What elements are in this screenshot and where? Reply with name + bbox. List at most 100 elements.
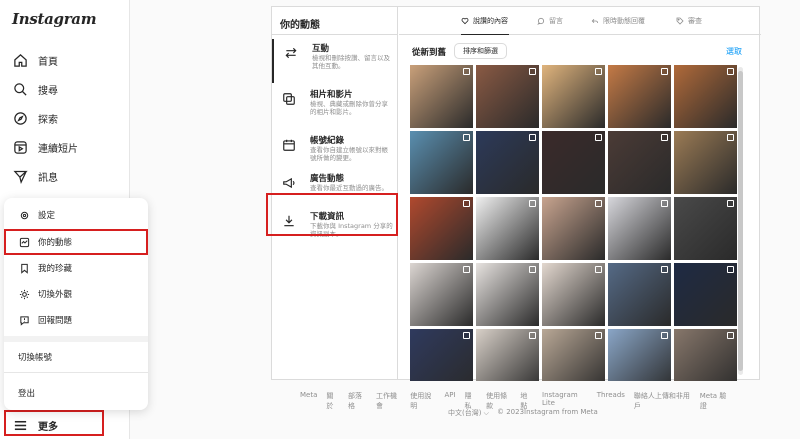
multi-select-icon bbox=[529, 134, 536, 141]
highlight-download-info bbox=[266, 193, 398, 236]
footer-link[interactable]: Instagram Lite bbox=[542, 391, 588, 407]
photos-icon bbox=[282, 91, 296, 105]
select-link[interactable]: 選取 bbox=[726, 46, 742, 57]
activity-item-interactions[interactable]: 互動 檢視和刪除按讚、留言以及其他互動。 bbox=[272, 39, 398, 83]
multi-select-icon bbox=[661, 266, 668, 273]
liked-post-thumbnail[interactable] bbox=[542, 131, 605, 194]
tab-label: 說讚的內容 bbox=[473, 17, 508, 25]
liked-post-thumbnail[interactable] bbox=[476, 329, 539, 381]
bookmark-icon bbox=[18, 262, 30, 274]
copyright: © 2023Instagram from Meta bbox=[497, 408, 598, 416]
multi-select-icon bbox=[661, 332, 668, 339]
sort-filter-button[interactable]: 排序和篩選 bbox=[454, 43, 507, 59]
nav-messages[interactable]: 訊息 bbox=[12, 165, 58, 187]
liked-post-thumbnail[interactable] bbox=[608, 197, 671, 260]
multi-select-icon bbox=[529, 332, 536, 339]
nav-search[interactable]: 搜尋 bbox=[12, 78, 58, 100]
instagram-logo[interactable]: Instagram bbox=[12, 10, 97, 28]
footer-link[interactable]: 使用說明 bbox=[410, 391, 435, 410]
scrollbar-thumb[interactable] bbox=[738, 71, 743, 371]
tab-story-replies[interactable]: 限時動態回覆 bbox=[591, 16, 645, 26]
footer-link[interactable]: 隱私 bbox=[465, 391, 478, 410]
liked-post-thumbnail[interactable] bbox=[476, 197, 539, 260]
liked-post-thumbnail[interactable] bbox=[410, 197, 473, 260]
tag-icon bbox=[676, 17, 684, 25]
footer-link[interactable]: Meta bbox=[300, 391, 317, 403]
liked-post-thumbnail[interactable] bbox=[476, 131, 539, 194]
liked-post-thumbnail[interactable] bbox=[608, 131, 671, 194]
menu-item-saved[interactable]: 我的珍藏 bbox=[18, 259, 72, 277]
liked-post-thumbnail[interactable] bbox=[410, 65, 473, 128]
liked-post-thumbnail[interactable] bbox=[410, 263, 473, 326]
activity-tabs: 說讚的內容 留言 限時動態回覆 審查 bbox=[399, 7, 761, 35]
activity-item-desc: 檢視、典藏或刪除你曾分享的相片和影片。 bbox=[310, 100, 388, 116]
multi-select-icon bbox=[595, 68, 602, 75]
liked-post-thumbnail[interactable] bbox=[608, 263, 671, 326]
liked-post-thumbnail[interactable] bbox=[476, 263, 539, 326]
footer-link[interactable]: 部落格 bbox=[348, 391, 367, 410]
menu-label: 切換外觀 bbox=[38, 290, 73, 300]
nav-home[interactable]: 首頁 bbox=[12, 49, 58, 71]
menu-item-switch-appearance[interactable]: 切換外觀 bbox=[18, 285, 72, 303]
footer-link[interactable]: 工作機會 bbox=[376, 391, 401, 410]
menu-item-switch-accounts[interactable]: 切換帳號 bbox=[18, 348, 52, 366]
tab-active-indicator bbox=[461, 34, 509, 35]
tab-comments[interactable]: 留言 bbox=[537, 16, 563, 26]
footer-link[interactable]: 使用條款 bbox=[486, 391, 511, 410]
menu-label: 回報問題 bbox=[38, 316, 73, 326]
footer-link[interactable]: 關於 bbox=[326, 391, 339, 410]
menu-separator bbox=[4, 336, 148, 342]
menu-label: 切換帳號 bbox=[18, 353, 53, 363]
tab-reviews[interactable]: 審查 bbox=[676, 16, 702, 26]
liked-post-thumbnail[interactable] bbox=[608, 65, 671, 128]
nav-label: 訊息 bbox=[38, 172, 58, 184]
liked-post-thumbnail[interactable] bbox=[410, 131, 473, 194]
footer-link[interactable]: 聯絡人上傳和非用戶 bbox=[634, 391, 691, 410]
multi-select-icon bbox=[463, 68, 470, 75]
home-icon bbox=[12, 52, 28, 68]
multi-select-icon bbox=[595, 200, 602, 207]
liked-post-thumbnail[interactable] bbox=[674, 65, 737, 128]
highlight-more bbox=[4, 410, 104, 436]
footer-link[interactable]: 地點 bbox=[520, 391, 533, 410]
tab-likes[interactable]: 說讚的內容 bbox=[461, 16, 508, 26]
nav-reels[interactable]: 連續短片 bbox=[12, 136, 78, 158]
menu-item-report-problem[interactable]: 回報問題 bbox=[18, 311, 72, 329]
reply-icon bbox=[591, 19, 599, 24]
liked-post-thumbnail[interactable] bbox=[674, 131, 737, 194]
activity-item-desc: 查看你最近互動過的廣告。 bbox=[310, 184, 388, 192]
grid-scrollbar[interactable] bbox=[738, 67, 743, 375]
footer-meta: 中文(台灣) ⌵ © 2023Instagram from Meta bbox=[448, 408, 598, 418]
footer-link[interactable]: API bbox=[444, 391, 455, 403]
menu-item-settings[interactable]: 設定 bbox=[18, 206, 55, 224]
liked-post-thumbnail[interactable] bbox=[608, 329, 671, 381]
liked-post-thumbnail[interactable] bbox=[476, 65, 539, 128]
liked-post-thumbnail[interactable] bbox=[542, 263, 605, 326]
nav-label: 探索 bbox=[38, 114, 58, 126]
liked-posts-grid bbox=[410, 65, 750, 381]
liked-post-thumbnail[interactable] bbox=[410, 329, 473, 381]
send-icon bbox=[12, 168, 28, 184]
menu-item-logout[interactable]: 登出 bbox=[18, 384, 35, 402]
liked-post-thumbnail[interactable] bbox=[542, 65, 605, 128]
activity-item-photos-videos[interactable]: 相片和影片 檢視、典藏或刪除你曾分享的相片和影片。 bbox=[272, 85, 398, 129]
menu-divider bbox=[4, 372, 148, 373]
heart-icon bbox=[461, 17, 469, 25]
menu-label: 我的珍藏 bbox=[38, 264, 73, 274]
gear-icon bbox=[18, 209, 30, 221]
liked-post-thumbnail[interactable] bbox=[674, 329, 737, 381]
language-selector[interactable]: 中文(台灣) ⌵ bbox=[448, 408, 489, 418]
footer-link[interactable]: Threads bbox=[597, 391, 625, 403]
multi-select-icon bbox=[463, 266, 470, 273]
liked-post-thumbnail[interactable] bbox=[674, 197, 737, 260]
liked-post-thumbnail[interactable] bbox=[542, 329, 605, 381]
comment-icon bbox=[537, 17, 545, 25]
liked-post-thumbnail[interactable] bbox=[674, 263, 737, 326]
multi-select-icon bbox=[463, 200, 470, 207]
multi-select-icon bbox=[661, 134, 668, 141]
activity-item-desc: 檢視和刪除按讚、留言以及其他互動。 bbox=[312, 54, 390, 70]
liked-post-thumbnail[interactable] bbox=[542, 197, 605, 260]
nav-explore[interactable]: 探索 bbox=[12, 107, 58, 129]
multi-select-icon bbox=[727, 134, 734, 141]
footer-link[interactable]: Meta 驗證 bbox=[700, 391, 730, 410]
